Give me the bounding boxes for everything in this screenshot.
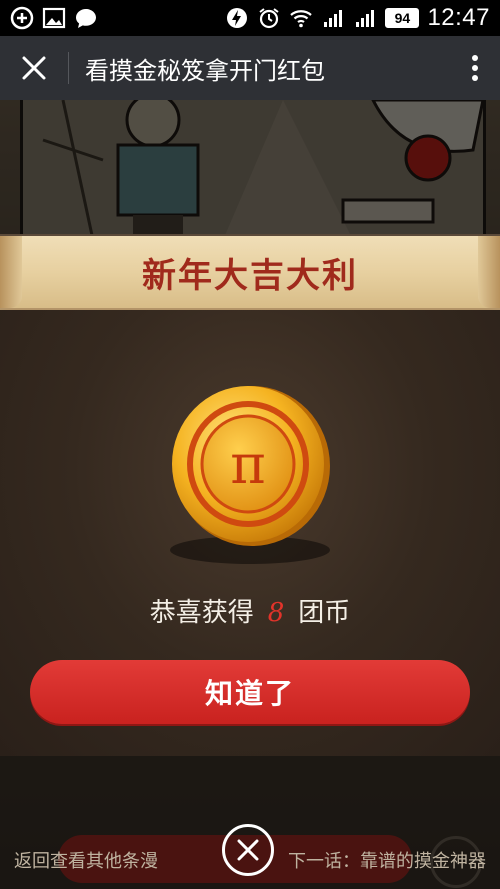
- power-saver-icon: [227, 8, 248, 28]
- pi-coin-icon: π: [172, 386, 330, 546]
- coin-graphic: π: [160, 376, 340, 576]
- signal-icon: [356, 10, 375, 27]
- clock: 12:47: [427, 4, 490, 31]
- more-vertical-icon: [472, 55, 478, 81]
- coin-symbol: π: [230, 433, 266, 496]
- close-icon: [22, 56, 46, 80]
- add-circle-icon: [10, 6, 34, 30]
- battery-level: 94: [385, 8, 420, 28]
- reward-text: 恭喜获得 8 团币: [0, 592, 500, 629]
- status-bar-right: 94 12:47: [225, 4, 490, 32]
- scroll-curl-left: [0, 236, 22, 308]
- modal-title: 新年大吉大利: [142, 255, 358, 296]
- reward-modal: 新年大吉大利 π 恭喜获得 8 团币 知道了: [0, 234, 500, 756]
- status-bar-left: [10, 6, 98, 30]
- back-to-comics-link[interactable]: 返回查看其他条漫: [14, 847, 158, 873]
- close-icon: [237, 839, 259, 861]
- modal-banner: 新年大吉大利: [0, 236, 500, 308]
- reward-unit: 团币: [298, 598, 351, 628]
- confirm-button[interactable]: 知道了: [30, 660, 470, 724]
- signal-icon: [324, 10, 343, 27]
- page-title: 看摸金秘笈拿开门红包: [85, 56, 325, 85]
- next-episode-link[interactable]: 下一话：靠谱的摸金神器: [288, 847, 486, 873]
- chat-bubble-icon: [76, 9, 96, 28]
- screen: 94 12:47 看摸金秘笈拿开门红包 返回查看其他条漫 下一话：靠谱的摸金神器…: [0, 0, 500, 889]
- reward-prefix: 恭喜获得: [149, 598, 254, 628]
- more-menu-button[interactable]: [450, 36, 500, 100]
- close-button[interactable]: [0, 36, 68, 100]
- alarm-icon: [259, 8, 280, 29]
- image-icon: [42, 7, 66, 29]
- modal-close-button[interactable]: [222, 824, 274, 876]
- wifi-icon: [290, 10, 313, 28]
- scroll-curl-right: [478, 236, 500, 308]
- title-bar: 看摸金秘笈拿开门红包: [0, 36, 500, 100]
- reward-amount: 8: [267, 598, 285, 628]
- status-bar: 94 12:47: [0, 0, 500, 36]
